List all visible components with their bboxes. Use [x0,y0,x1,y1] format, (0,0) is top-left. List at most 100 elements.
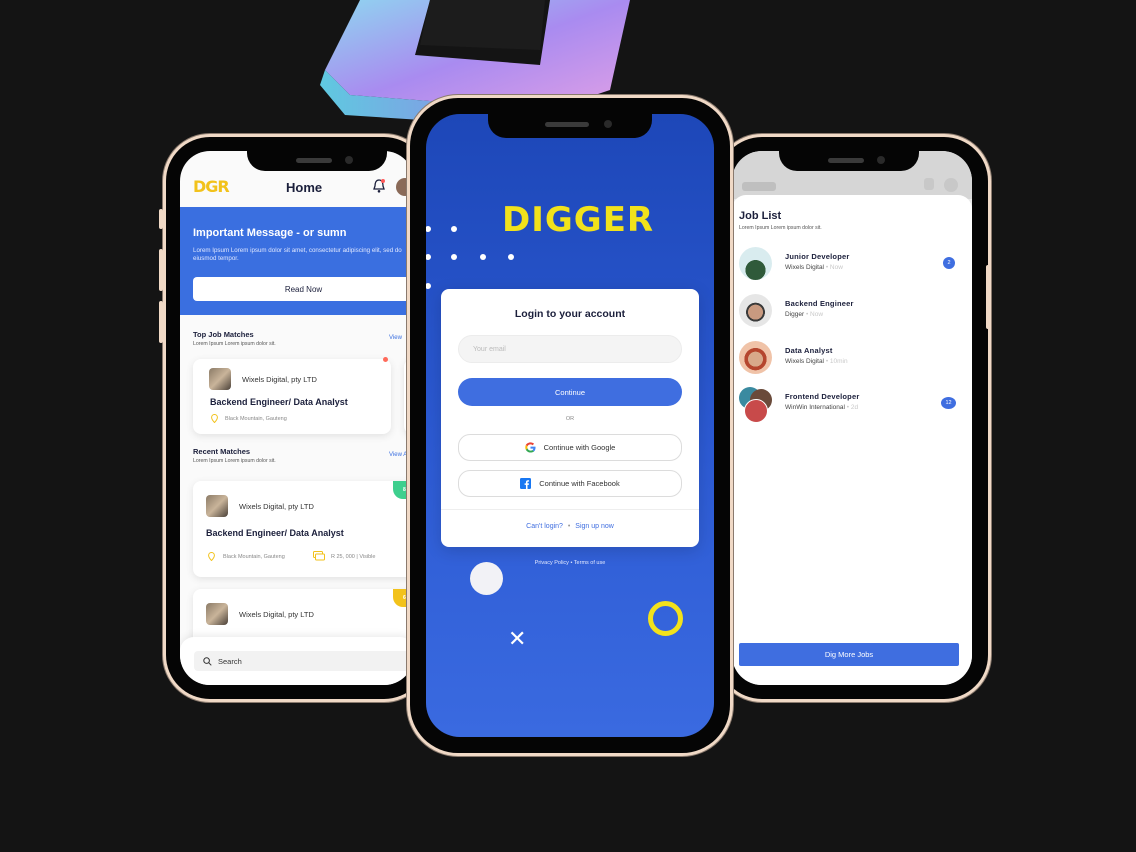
sheet-title: Job List [739,210,782,222]
google-login-button[interactable]: Continue with Google [458,434,682,461]
job-list-item[interactable]: Data Analyst Wixels Digital • 10min [732,341,972,381]
bell-icon[interactable] [372,178,386,194]
sign-up-link[interactable]: Sign up now [575,523,614,530]
phone-side-button [986,265,990,329]
right-phone-mockup: Job List Lorem Ipsum Lorem ipsum dolor s… [718,137,990,699]
job-role: Backend Engineer/ Data Analyst [210,397,348,407]
recent-match-card[interactable]: 88% Wixels Digital, pty LTD Backend Engi… [193,481,414,577]
job-company: WinWin International • 2d [785,404,859,411]
decorative-dot [426,254,431,260]
facebook-login-button[interactable]: Continue with Facebook [458,470,682,497]
section-title: Recent Matches [193,447,251,456]
section-subtitle: Lorem Ipsum Lorem ipsum dolor sit. [193,458,276,464]
digger-logo: DIGGER [502,200,655,240]
phone-side-button [159,249,163,291]
decorative-dot [426,226,431,232]
phone-camera [877,156,885,164]
phone-notch [779,151,919,171]
phone-side-button [159,209,163,229]
avatar [744,399,768,423]
job-company: Digger • Now [785,311,824,318]
decorative-dot [426,283,431,289]
unread-count-badge: 12 [941,397,956,409]
dig-more-jobs-button[interactable]: Dig More Jobs [739,643,959,666]
decorative-dot [451,254,457,260]
login-title: Login to your account [514,308,626,320]
phone-speaker [828,158,864,163]
job-company: Wixels Digital • Now [785,264,843,271]
phone-camera [604,120,612,128]
page-title: Home [286,180,323,195]
dimmed-icon [924,178,934,190]
home-screen: DGR Home Important Message - or sumn Lor… [180,151,414,685]
avatar [739,294,772,327]
login-screen: DIGGER Login to your account Your email … [426,114,714,737]
dimmed-title [742,182,776,191]
banner-title: Important Message - or sumn [193,227,347,239]
decorative-dot [508,254,514,260]
company-name: Wixels Digital, pty LTD [242,375,317,384]
google-icon [524,442,536,453]
decorative-dot [451,226,457,232]
phone-notch [488,114,652,138]
cant-login-link[interactable]: Can't login? [526,523,563,530]
company-thumbnail [209,368,231,390]
section-title: Top Job Matches [193,330,254,339]
new-indicator-dot [383,357,388,362]
facebook-label: Continue with Facebook [539,479,620,488]
company-name: Wixels Digital, pty LTD [239,502,314,511]
view-all-link[interactable]: View [389,335,402,341]
phone-notch [247,151,387,171]
or-divider: OR [565,416,575,422]
link-separator: • [567,523,571,530]
company-thumbnail [206,495,228,517]
google-label: Continue with Google [543,443,616,452]
job-match-card[interactable]: Wixels Digital, pty LTD Backend Engineer… [193,357,391,434]
job-location: Black Mountain, Gauteng [225,416,287,422]
decorative-cross-icon: ✕ [508,626,527,651]
login-links: Can't login? • Sign up now [441,523,699,530]
view-all-link[interactable]: View A [389,452,407,458]
job-location: Black Mountain, Gauteng [223,554,285,560]
company-thumbnail [206,603,228,625]
banner-text: Lorem Ipsum Lorem ipsum dolor sit amet, … [193,247,402,262]
phone-camera [345,156,353,164]
app-logo: DGR [193,177,230,196]
job-role: Backend Engineer/ Data Analyst [206,528,344,538]
job-list-item[interactable]: Junior Developer Wixels Digital • Now 2 [732,247,972,287]
unread-count-badge: 2 [943,257,955,269]
job-role: Frontend Developer [785,392,860,401]
privacy-terms-links[interactable]: Privacy Policy • Terms of use [426,560,714,566]
money-icon [313,551,325,561]
read-now-button[interactable]: Read Now [193,277,414,301]
location-pin-icon [208,552,215,561]
search-icon [203,657,212,666]
decorative-circle [470,562,503,595]
avatar [739,247,772,280]
sheet-subtitle: Lorem Ipsum Lorem ipsum dolor sit. [739,225,822,231]
center-phone-mockup: DIGGER Login to your account Your email … [410,98,730,753]
phone-side-button [159,301,163,343]
section-subtitle: Lorem Ipsum Lorem ipsum dolor sit. [193,341,276,347]
dimmed-avatar [944,178,958,192]
job-salary: R 25, 000 | Visible [331,554,376,560]
phone-speaker [296,158,332,163]
job-list-item[interactable]: Backend Engineer Digger • Now [732,294,972,334]
job-role: Data Analyst [785,346,833,355]
location-pin-icon [211,414,218,423]
job-company: Wixels Digital • 10min [785,358,848,365]
facebook-icon [520,478,532,489]
decorative-ring [648,601,683,636]
card-divider [441,509,699,510]
job-list-item[interactable]: Frontend Developer WinWin International … [732,387,972,427]
email-input[interactable]: Your email [458,335,682,363]
search-label: Search [218,657,242,666]
job-role: Backend Engineer [785,299,854,308]
avatar [739,341,772,374]
left-phone-mockup: DGR Home Important Message - or sumn Lor… [159,137,428,699]
job-role: Junior Developer [785,252,850,261]
company-name: Wixels Digital, pty LTD [239,610,314,619]
job-list-screen: Job List Lorem Ipsum Lorem ipsum dolor s… [732,151,972,685]
phone-speaker [545,122,589,127]
continue-button[interactable]: Continue [458,378,682,406]
